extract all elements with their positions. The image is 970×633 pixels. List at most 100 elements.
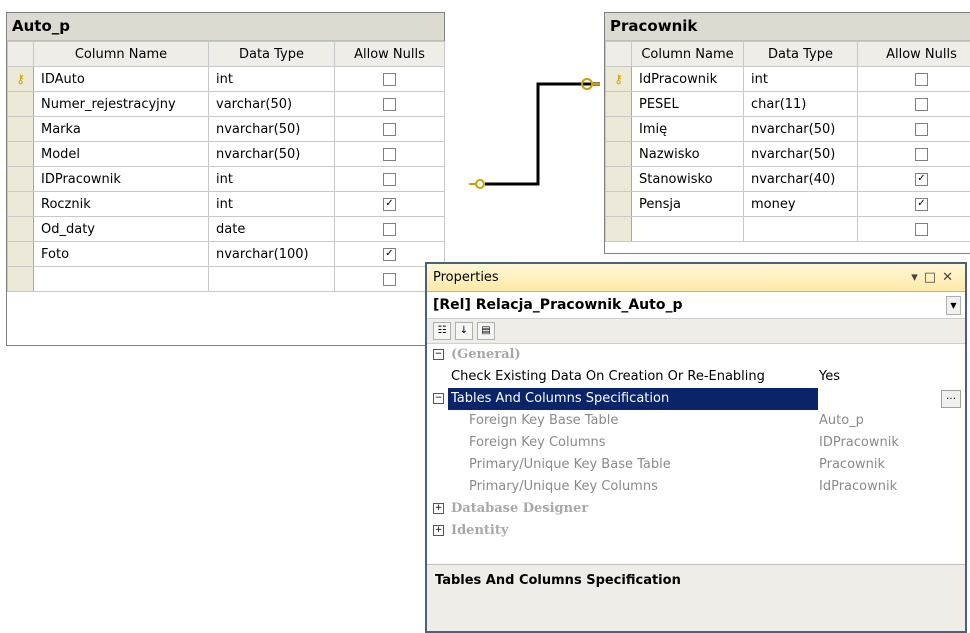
data-type-cell[interactable]: nvarchar(40) <box>743 166 858 192</box>
column-name-header[interactable]: Column Name <box>33 41 209 67</box>
category-general[interactable]: − (General) <box>427 344 965 366</box>
row-selector[interactable] <box>7 266 34 292</box>
row-selector[interactable] <box>7 166 34 192</box>
row-selector[interactable] <box>605 191 632 217</box>
allow-nulls-header[interactable]: Allow Nulls <box>857 41 970 67</box>
allow-nulls-checkbox[interactable] <box>383 272 396 286</box>
table-title[interactable]: Auto_p <box>7 13 444 41</box>
row-selector[interactable] <box>605 141 632 167</box>
allow-nulls-checkbox[interactable] <box>383 72 396 86</box>
row-selector[interactable] <box>605 166 632 192</box>
table-title[interactable]: Pracownik <box>605 13 970 41</box>
data-type-cell[interactable]: date <box>208 216 335 242</box>
categorized-icon[interactable]: ☷ <box>433 322 451 340</box>
column-name-cell[interactable]: IDAuto <box>33 66 209 92</box>
allow-nulls-checkbox[interactable]: ✓ <box>915 197 928 211</box>
maximize-icon[interactable]: □ <box>924 270 942 285</box>
column-name-cell[interactable]: Marka <box>33 116 209 142</box>
collapse-icon[interactable]: − <box>433 349 444 360</box>
allow-nulls-checkbox[interactable] <box>383 147 396 161</box>
allow-nulls-checkbox[interactable] <box>915 222 928 236</box>
table-row[interactable]: Foto nvarchar(100) ✓ <box>7 241 445 267</box>
properties-window[interactable]: Properties ▾□✕ [Rel] Relacja_Pracownik_A… <box>425 262 967 633</box>
alphabetical-sort-icon[interactable]: ↓ <box>455 322 473 340</box>
table-row[interactable]: ⚷ IDAuto int <box>7 66 445 92</box>
allow-nulls-checkbox[interactable] <box>383 97 396 111</box>
table-auto-p[interactable]: Auto_p Column Name Data Type Allow Nulls ⚷… <box>6 12 445 346</box>
column-name-header[interactable]: Column Name <box>631 41 744 67</box>
allow-nulls-checkbox[interactable]: ✓ <box>383 197 396 211</box>
table-row[interactable]: Rocznik int ✓ <box>7 191 445 217</box>
table-row[interactable]: Marka nvarchar(50) <box>7 116 445 142</box>
column-name-cell[interactable]: Model <box>33 141 209 167</box>
property-check-existing[interactable]: Check Existing Data On Creation Or Re-En… <box>427 366 965 388</box>
data-type-cell[interactable]: nvarchar(50) <box>208 141 335 167</box>
allow-nulls-checkbox[interactable]: ✓ <box>915 172 928 186</box>
property-pages-icon[interactable]: ▤ <box>477 322 495 340</box>
data-type-cell[interactable]: nvarchar(50) <box>208 116 335 142</box>
allow-nulls-checkbox[interactable] <box>383 172 396 186</box>
column-name-cell[interactable]: Rocznik <box>33 191 209 217</box>
property-tables-columns-spec[interactable]: − Tables And Columns Specification … <box>427 388 965 410</box>
allow-nulls-header[interactable]: Allow Nulls <box>334 41 445 67</box>
table-row[interactable]: Numer_rejestracyjny varchar(50) <box>7 91 445 117</box>
column-name-cell[interactable] <box>631 216 744 242</box>
column-name-cell[interactable]: Imię <box>631 116 744 142</box>
column-name-cell[interactable]: Pensja <box>631 191 744 217</box>
allow-nulls-checkbox[interactable] <box>915 122 928 136</box>
table-row[interactable]: Stanowisko nvarchar(40) ✓ <box>605 166 970 192</box>
allow-nulls-checkbox[interactable] <box>383 222 396 236</box>
data-type-cell[interactable] <box>208 266 335 292</box>
data-type-header[interactable]: Data Type <box>208 41 335 67</box>
row-selector[interactable] <box>605 116 632 142</box>
category-database-designer[interactable]: + Database Designer <box>427 498 965 520</box>
table-row[interactable]: PESEL char(11) <box>605 91 970 117</box>
data-type-cell[interactable]: money <box>743 191 858 217</box>
table-row[interactable]: Imię nvarchar(50) <box>605 116 970 142</box>
table-row[interactable]: Od_daty date <box>7 216 445 242</box>
table-row[interactable]: Nazwisko nvarchar(50) <box>605 141 970 167</box>
column-name-cell[interactable] <box>33 266 209 292</box>
row-selector[interactable] <box>7 216 34 242</box>
object-selector[interactable]: [Rel] Relacja_Pracownik_Auto_p ▼ <box>427 292 965 319</box>
data-type-cell[interactable]: nvarchar(100) <box>208 241 335 267</box>
expand-icon[interactable]: + <box>433 503 444 514</box>
allow-nulls-checkbox[interactable] <box>915 72 928 86</box>
column-name-cell[interactable]: Foto <box>33 241 209 267</box>
column-name-cell[interactable]: PESEL <box>631 91 744 117</box>
table-row[interactable] <box>605 216 970 242</box>
allow-nulls-checkbox[interactable] <box>383 122 396 136</box>
data-type-cell[interactable]: char(11) <box>743 91 858 117</box>
data-type-cell[interactable]: int <box>208 166 335 192</box>
expand-icon[interactable]: + <box>433 525 444 536</box>
row-selector[interactable] <box>605 91 632 117</box>
table-row[interactable]: Model nvarchar(50) <box>7 141 445 167</box>
ellipsis-button[interactable]: … <box>941 390 961 408</box>
data-type-cell[interactable]: nvarchar(50) <box>743 116 858 142</box>
data-type-cell[interactable] <box>743 216 858 242</box>
allow-nulls-checkbox[interactable]: ✓ <box>383 247 396 261</box>
row-selector[interactable] <box>7 241 34 267</box>
allow-nulls-checkbox[interactable] <box>915 147 928 161</box>
properties-title-bar[interactable]: Properties ▾□✕ <box>427 264 965 292</box>
row-selector[interactable]: ⚷ <box>605 66 632 92</box>
data-type-cell[interactable]: int <box>743 66 858 92</box>
data-type-cell[interactable]: nvarchar(50) <box>743 141 858 167</box>
dropdown-arrow-icon[interactable]: ▾ <box>911 270 924 285</box>
collapse-icon[interactable]: − <box>433 393 444 404</box>
category-identity[interactable]: + Identity <box>427 520 965 542</box>
column-name-cell[interactable]: Od_daty <box>33 216 209 242</box>
data-type-cell[interactable]: int <box>208 66 335 92</box>
table-row[interactable]: ⚷ IdPracownik int <box>605 66 970 92</box>
column-name-cell[interactable]: Nazwisko <box>631 141 744 167</box>
row-selector[interactable] <box>605 216 632 242</box>
data-type-header[interactable]: Data Type <box>743 41 858 67</box>
data-type-cell[interactable]: int <box>208 191 335 217</box>
column-name-cell[interactable]: Numer_rejestracyjny <box>33 91 209 117</box>
close-icon[interactable]: ✕ <box>942 270 959 285</box>
allow-nulls-checkbox[interactable] <box>915 97 928 111</box>
data-type-cell[interactable]: varchar(50) <box>208 91 335 117</box>
table-pracownik[interactable]: Pracownik Column Name Data Type Allow Null… <box>604 12 970 254</box>
row-selector[interactable] <box>7 116 34 142</box>
table-row[interactable] <box>7 266 445 292</box>
